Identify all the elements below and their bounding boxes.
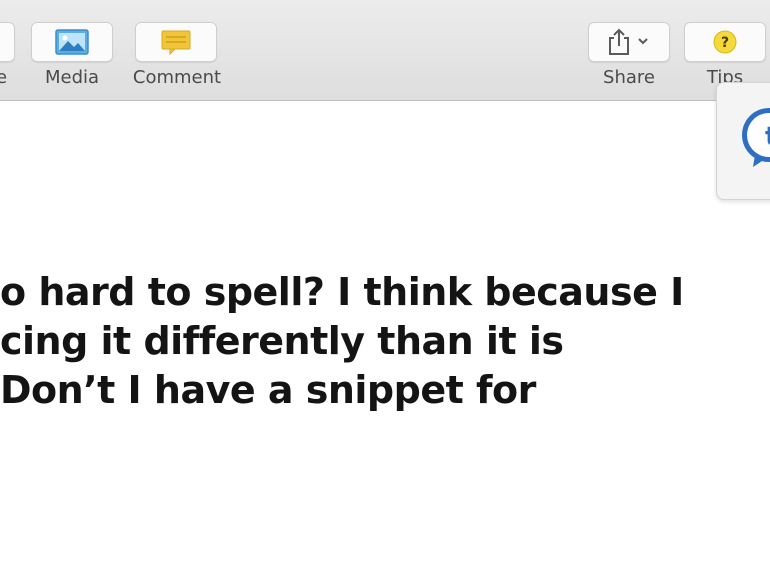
svg-text:te: te (765, 122, 770, 152)
partial-toolbar-label: e (0, 67, 8, 88)
svg-text:?: ? (721, 35, 729, 51)
floating-app-panel[interactable]: te (716, 82, 770, 200)
image-icon (55, 29, 89, 55)
media-label: Media (44, 67, 100, 88)
partial-toolbar-button[interactable] (0, 22, 15, 62)
toolbar: e Media Comment Share ? Tips (0, 0, 770, 101)
document-line-2: cing it differently than it is (0, 319, 564, 363)
share-button[interactable] (588, 22, 670, 62)
comment-icon (161, 30, 191, 55)
document-line-3: Don’t I have a snippet for (0, 368, 536, 412)
help-icon: ? (713, 30, 737, 54)
comment-button[interactable] (135, 22, 217, 62)
speech-bubble-app-icon: te (742, 108, 770, 167)
share-label: Share (603, 67, 655, 88)
tips-button[interactable]: ? (684, 22, 766, 62)
document-line-1: o hard to spell? I think because I (0, 270, 684, 314)
comment-label: Comment (132, 67, 222, 88)
share-icon (609, 28, 648, 55)
media-button[interactable] (31, 22, 113, 62)
chevron-down-icon (638, 38, 648, 45)
pages-window: e Media Comment Share ? Tips o hard to s… (0, 0, 770, 578)
